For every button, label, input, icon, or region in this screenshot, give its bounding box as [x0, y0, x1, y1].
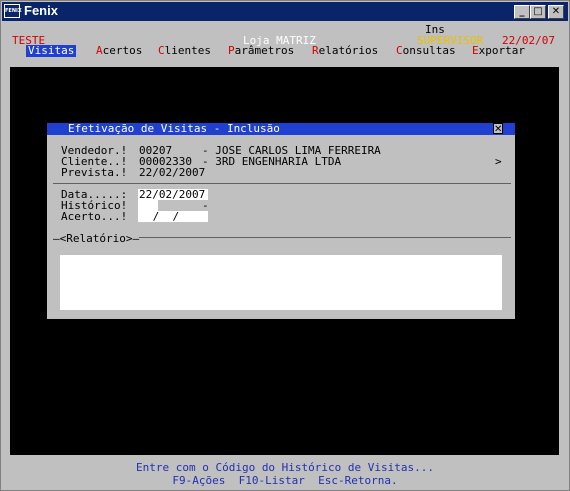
window-title: Fenix [24, 3, 58, 18]
cliente-more-arrow[interactable]: > [495, 156, 502, 168]
dialog-title: Efetivação de Visitas - Inclusão [68, 122, 280, 135]
prevista-label: Prevista.! [61, 166, 128, 179]
menu-visitas[interactable]: Visitas [26, 45, 77, 57]
dialog-close-button[interactable]: ✕ [493, 123, 503, 135]
menu-clientes[interactable]: Clientes [158, 45, 211, 57]
prevista-value: 22/02/2007 [139, 166, 206, 179]
relatorio-textarea[interactable] [60, 255, 502, 310]
menu-acertos[interactable]: Acertos [96, 45, 142, 57]
maximize-button[interactable]: □ [530, 5, 546, 19]
app-icon[interactable]: FENIX [4, 4, 22, 18]
acerto-label: Acerto...! [61, 210, 128, 223]
menu-bar: Visitas Acertos Clientes Parâmetros Rela… [26, 45, 546, 57]
key-hints: F9-Ações F10-Listar Esc-Retorna. [172, 474, 398, 487]
close-button[interactable]: ✕ [548, 5, 564, 19]
divider [53, 183, 511, 184]
cliente-name: - 3RD ENGENHARIA LTDA [202, 155, 342, 168]
menu-exportar[interactable]: Exportar [472, 45, 525, 57]
relatorio-label: —<Relatório>— [53, 232, 140, 245]
acerto-value: / / [146, 210, 180, 223]
title-bar[interactable] [2, 2, 568, 21]
menu-relatorios[interactable]: Relatórios [312, 45, 378, 57]
status-message: Entre com o Código do Histórico de Visit… [135, 461, 434, 474]
minimize-button[interactable]: _ [514, 5, 530, 19]
menu-consultas[interactable]: Consultas [396, 45, 456, 57]
menu-parametros[interactable]: Parâmetros [228, 45, 294, 57]
